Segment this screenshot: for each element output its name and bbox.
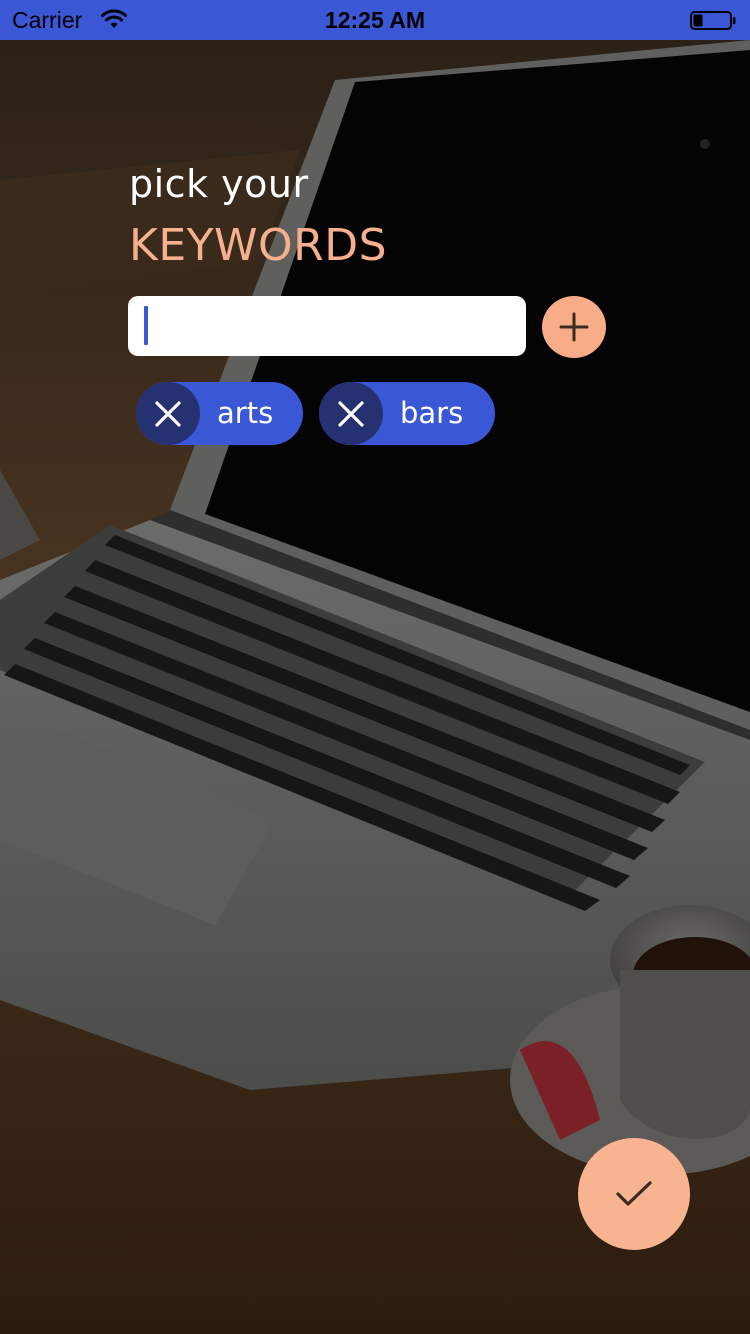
add-keyword-button[interactable] [542, 296, 606, 358]
remove-keyword-button[interactable] [319, 382, 383, 445]
remove-keyword-button[interactable] [136, 382, 200, 445]
page-title: KEYWORDS [129, 220, 388, 271]
subtitle-text: pick your [129, 162, 309, 206]
close-icon [338, 401, 364, 427]
plus-icon [559, 312, 589, 342]
status-time: 12:25 AM [324, 7, 426, 33]
confirm-button[interactable] [578, 1138, 690, 1250]
keyword-chip: bars [319, 382, 495, 445]
keyword-input[interactable] [128, 296, 526, 356]
status-bar: Carrier 12:25 AM [0, 0, 750, 40]
text-cursor [144, 306, 148, 345]
close-icon [155, 401, 181, 427]
keyword-chip-label: arts [217, 396, 274, 430]
battery-icon [690, 11, 736, 30]
keyword-chip: arts [136, 382, 303, 445]
keyword-input-container [128, 296, 526, 356]
keyword-chip-label: bars [400, 396, 464, 430]
checkmark-icon [616, 1181, 652, 1206]
